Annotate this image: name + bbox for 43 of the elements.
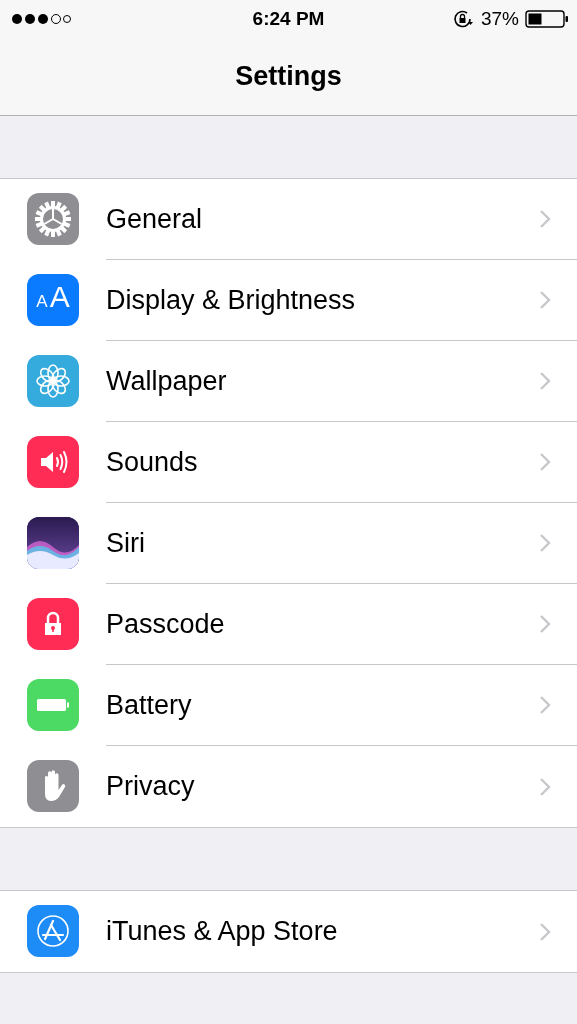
row-label: Sounds [106,446,198,478]
chevron-icon [539,776,551,797]
lock-icon [27,598,79,650]
row-label: iTunes & App Store [106,916,338,947]
settings-row[interactable]: Siri [0,503,577,584]
settings-row[interactable]: Passcode [0,584,577,665]
hand-icon [27,760,79,812]
speaker-icon [27,436,79,488]
chevron-icon [539,695,551,715]
row-label: Wallpaper [106,365,227,397]
icon-letter: A [36,292,48,312]
chevron-icon [539,452,551,472]
row-label: General [106,203,203,235]
settings-row[interactable]: Sounds [0,422,577,503]
row-label: Battery [106,689,192,721]
chevron-icon [539,209,551,229]
signal-icon [11,13,71,25]
siri-icon [27,517,79,569]
flower-icon [27,355,79,407]
chevron-icon [539,614,551,634]
row-label: Siri [106,527,145,559]
chevron-icon [539,921,551,942]
icon-letter: A [49,280,70,314]
settings-row[interactable]: Privacy [0,746,577,827]
screen-title: Settings [235,61,342,92]
battery-icon [525,9,569,29]
chevron-icon [539,290,551,310]
row-label: Privacy [106,771,195,802]
settings-row[interactable]: General [0,179,577,260]
chevron-icon [539,371,551,391]
chevron-icon [539,533,551,553]
row-label: Display & Brightness [106,284,356,316]
rotation-lock-icon [452,9,475,29]
settings-row[interactable]: Battery [0,665,577,746]
gear-icon [27,193,79,245]
row-label: Passcode [106,608,225,640]
settings-row[interactable]: iTunes & App Store [0,891,577,972]
appstore-icon [27,905,79,957]
battery-icon [27,679,79,731]
status-time: 6:24 PM [251,8,326,30]
settings-row[interactable]: Wallpaper [0,341,577,422]
battery-percentage: 37% [480,8,519,30]
settings-row[interactable]: AA Display & Brightness [0,260,577,341]
